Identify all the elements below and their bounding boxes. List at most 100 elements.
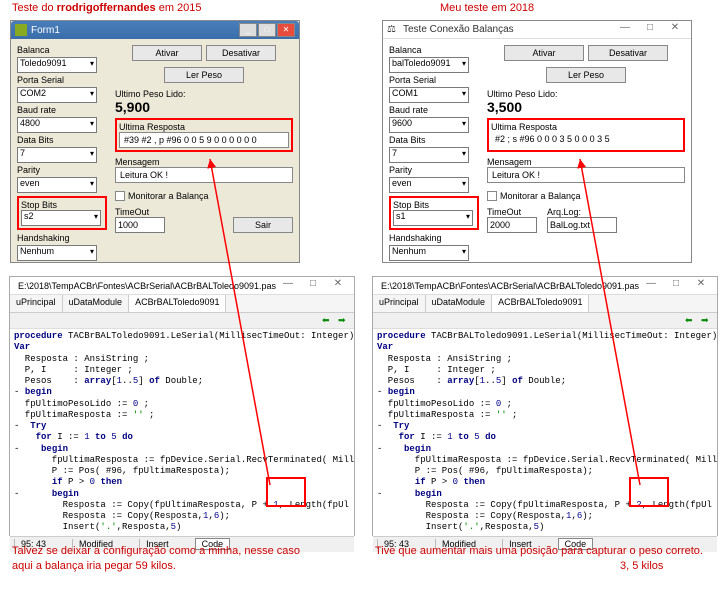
- label-porta: Porta Serial: [17, 75, 107, 85]
- select-stopbits[interactable]: s1: [393, 210, 473, 226]
- tab-principal[interactable]: uPrincipal: [373, 295, 426, 312]
- caption-year-2015: em 2015: [156, 2, 202, 14]
- scale-icon: ⚖: [387, 24, 399, 36]
- button-lerpeso[interactable]: Ler Peso: [546, 67, 626, 83]
- tab-active[interactable]: ACBrBALToledo9091: [492, 295, 589, 312]
- select-handshaking[interactable]: Nenhum: [17, 245, 97, 261]
- select-parity[interactable]: even: [17, 177, 97, 193]
- code-titlebar[interactable]: E:\2018\TempACBr\Fontes\ACBrSerial\ACBrB…: [373, 277, 717, 295]
- label-ultimopeso: Ultimo Peso Lido:: [487, 89, 685, 99]
- checkbox-monitorar[interactable]: [487, 191, 497, 201]
- button-sair[interactable]: Sair: [233, 217, 293, 233]
- select-balanca[interactable]: Toledo9091: [17, 57, 97, 73]
- tab-datamodule[interactable]: uDataModule: [426, 295, 493, 312]
- checkbox-monitorar-row[interactable]: Monitorar a Balança: [487, 191, 685, 201]
- checkbox-monitorar-row[interactable]: Monitorar a Balança: [115, 191, 293, 201]
- nav-back-icon[interactable]: ⬅: [685, 315, 697, 327]
- form1-app-icon: [15, 24, 27, 36]
- select-handshaking[interactable]: Nenhum: [389, 245, 469, 261]
- label-ultimopeso: Ultimo Peso Lido:: [115, 89, 293, 99]
- form1-titlebar[interactable]: Form1 _ □ ✕: [11, 21, 299, 39]
- code-toolbar: ⬅ ➡: [10, 313, 354, 329]
- value-peso: 5,900: [115, 99, 293, 115]
- tab-datamodule[interactable]: uDataModule: [63, 295, 130, 312]
- form2-titlebar[interactable]: ⚖ Teste Conexão Balanças — □ ✕: [383, 21, 691, 39]
- maximize-button[interactable]: □: [638, 22, 662, 38]
- button-desativar[interactable]: Desativar: [206, 45, 276, 61]
- label-parity: Parity: [17, 165, 107, 175]
- select-porta[interactable]: COM2: [17, 87, 97, 103]
- code-filepath: E:\2018\TempACBr\Fontes\ACBrSerial\ACBrB…: [381, 281, 639, 291]
- select-porta[interactable]: COM1: [389, 87, 469, 103]
- close-button[interactable]: ✕: [326, 278, 350, 294]
- select-databits[interactable]: 7: [17, 147, 97, 163]
- input-timeout[interactable]: [115, 217, 165, 233]
- label-monitorar: Monitorar a Balança: [500, 191, 581, 201]
- tab-principal[interactable]: uPrincipal: [10, 295, 63, 312]
- form2-window: ⚖ Teste Conexão Balanças — □ ✕ Balanca b…: [382, 20, 692, 263]
- minimize-button[interactable]: _: [239, 23, 257, 37]
- button-ativar[interactable]: Ativar: [504, 45, 584, 61]
- label-balanca: Balanca: [389, 45, 479, 55]
- maximize-button[interactable]: □: [258, 23, 276, 37]
- tab-active[interactable]: ACBrBALToledo9091: [129, 295, 226, 312]
- label-databits: Data Bits: [17, 135, 107, 145]
- close-button[interactable]: ✕: [277, 23, 295, 37]
- select-baud[interactable]: 9600: [389, 117, 469, 133]
- minimize-button[interactable]: —: [639, 278, 663, 294]
- minimize-button[interactable]: —: [613, 22, 637, 38]
- value-resposta: #39 #2 , p #96 0 0 5 9 0 0 0 0 0 0: [119, 132, 289, 148]
- label-handshaking: Handshaking: [389, 233, 479, 243]
- button-ativar[interactable]: Ativar: [132, 45, 202, 61]
- form1-title: Form1: [31, 25, 60, 36]
- maximize-button[interactable]: □: [664, 278, 688, 294]
- close-button[interactable]: ✕: [663, 22, 687, 38]
- label-arqlog: Arq.Log:: [547, 207, 617, 217]
- select-stopbits[interactable]: s2: [21, 210, 101, 226]
- input-arqlog[interactable]: [547, 217, 617, 233]
- maximize-button[interactable]: □: [301, 278, 325, 294]
- minimize-button[interactable]: —: [276, 278, 300, 294]
- close-button[interactable]: ✕: [689, 278, 713, 294]
- nav-fwd-icon[interactable]: ➡: [338, 315, 350, 327]
- caption-bottom-right-1: Tive que aumentar mais uma posição para …: [375, 545, 703, 557]
- button-lerpeso[interactable]: Ler Peso: [164, 67, 244, 83]
- select-parity[interactable]: even: [389, 177, 469, 193]
- caption-bottom-right-2: 3, 5 kilos: [620, 560, 663, 572]
- redbox-resposta: Ultima Resposta #39 #2 , p #96 0 0 5 9 0…: [115, 118, 293, 152]
- code-toolbar: ⬅ ➡: [373, 313, 717, 329]
- nav-back-icon[interactable]: ⬅: [322, 315, 334, 327]
- nav-fwd-icon[interactable]: ➡: [701, 315, 713, 327]
- code-filepath: E:\2018\TempACBr\Fontes\ACBrSerial\ACBrB…: [18, 281, 276, 291]
- redbox-stopbits: Stop Bits s1: [389, 196, 479, 230]
- code-body[interactable]: procedure TACBrBALToledo9091.LeSerial(Mi…: [10, 329, 354, 536]
- label-ultimaresposta: Ultima Resposta: [491, 122, 681, 132]
- value-mensagem: Leitura OK !: [115, 167, 293, 183]
- redbox-stopbits: Stop Bits s2: [17, 196, 107, 230]
- label-ultimaresposta: Ultima Resposta: [119, 122, 289, 132]
- form2-title: Teste Conexão Balanças: [403, 24, 514, 35]
- code-editor-right: E:\2018\TempACBr\Fontes\ACBrSerial\ACBrB…: [372, 276, 718, 536]
- label-handshaking: Handshaking: [17, 233, 107, 243]
- select-balanca[interactable]: balToledo9091: [389, 57, 469, 73]
- checkbox-monitorar[interactable]: [115, 191, 125, 201]
- caption-bottom-left-2: aqui a balança iria pegar 59 kilos.: [12, 560, 176, 572]
- select-baud[interactable]: 4800: [17, 117, 97, 133]
- label-timeout: TimeOut: [487, 207, 537, 217]
- button-desativar[interactable]: Desativar: [588, 45, 668, 61]
- label-balanca: Balanca: [17, 45, 107, 55]
- label-porta: Porta Serial: [389, 75, 479, 85]
- code-titlebar[interactable]: E:\2018\TempACBr\Fontes\ACBrSerial\ACBrB…: [10, 277, 354, 295]
- select-databits[interactable]: 7: [389, 147, 469, 163]
- redbox-resposta: Ultima Resposta #2 ; s #96 0 0 0 3 5 0 0…: [487, 118, 685, 152]
- label-baud: Baud rate: [389, 105, 479, 115]
- value-peso: 3,500: [487, 99, 685, 115]
- label-baud: Baud rate: [17, 105, 107, 115]
- input-timeout[interactable]: [487, 217, 537, 233]
- label-mensagem: Mensagem: [487, 157, 685, 167]
- code-body[interactable]: procedure TACBrBALToledo9091.LeSerial(Mi…: [373, 329, 717, 536]
- label-parity: Parity: [389, 165, 479, 175]
- value-resposta: #2 ; s #96 0 0 0 3 5 0 0 0 3 5: [491, 132, 681, 148]
- value-mensagem: Leitura OK !: [487, 167, 685, 183]
- label-monitorar: Monitorar a Balança: [128, 191, 209, 201]
